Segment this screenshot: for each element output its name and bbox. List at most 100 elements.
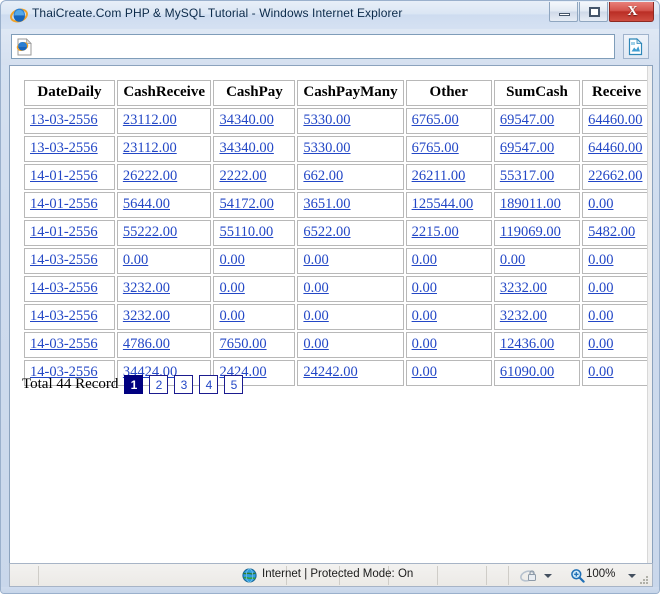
cell-link-cashpaymany[interactable]: 0.00 (303, 252, 328, 268)
cell-cashreceive: 3232.00 (116, 304, 212, 330)
cell-link-cashpaymany[interactable]: 3651.00 (303, 196, 350, 212)
window-title: ThaiCreate.Com PHP & MySQL Tutorial - Wi… (32, 6, 403, 20)
cell-link-receive[interactable]: 0.00 (588, 336, 613, 352)
minimize-button[interactable] (549, 2, 578, 22)
cell-link-sumcash[interactable]: 69547.00 (500, 140, 554, 156)
cell-link-cashreceive[interactable]: 3232.00 (123, 308, 170, 324)
cell-link-receive[interactable]: 64460.00 (588, 112, 642, 128)
cell-link-cashpaymany[interactable]: 662.00 (303, 168, 343, 184)
cell-link-cashpaymany[interactable]: 0.00 (303, 280, 328, 296)
cell-link-receive[interactable]: 0.00 (588, 280, 613, 296)
cell-link-receive[interactable]: 5482.00 (588, 224, 635, 240)
cell-other: 0.00 (405, 304, 492, 330)
cell-link-datedaily[interactable]: 14-03-2556 (30, 336, 98, 352)
cell-link-cashpay[interactable]: 55110.00 (219, 224, 273, 240)
page-link-1[interactable]: 1 (124, 375, 144, 394)
close-icon: X (627, 4, 638, 19)
cell-link-receive[interactable]: 0.00 (588, 196, 613, 212)
cell-link-cashreceive[interactable]: 26222.00 (123, 168, 177, 184)
cell-link-receive[interactable]: 0.00 (588, 252, 613, 268)
cell-link-cashpay[interactable]: 54172.00 (219, 196, 273, 212)
cell-link-cashpaymany[interactable]: 6522.00 (303, 224, 350, 240)
cell-link-sumcash[interactable]: 61090.00 (500, 364, 554, 380)
cell-link-sumcash[interactable]: 3232.00 (500, 308, 547, 324)
cell-link-datedaily[interactable]: 13-03-2556 (30, 112, 98, 128)
cell-receive: 0.00 (582, 360, 651, 386)
cell-link-other[interactable]: 0.00 (412, 280, 437, 296)
cell-link-cashpay[interactable]: 0.00 (219, 308, 244, 324)
cell-link-sumcash[interactable]: 3232.00 (500, 280, 547, 296)
cell-cashpaymany: 0.00 (297, 304, 404, 330)
cell-link-other[interactable]: 6765.00 (412, 112, 459, 128)
cell-sumcash: 61090.00 (493, 360, 581, 386)
privacy-report-icon[interactable] (520, 568, 538, 584)
page-link-3[interactable]: 3 (174, 375, 194, 394)
cell-link-cashreceive[interactable]: 23112.00 (123, 140, 177, 156)
close-button[interactable]: X (609, 2, 654, 22)
cell-link-cashpay[interactable]: 34340.00 (219, 112, 273, 128)
cell-link-other[interactable]: 0.00 (412, 252, 437, 268)
cell-link-cashreceive[interactable]: 3232.00 (123, 280, 170, 296)
cell-link-datedaily[interactable]: 14-03-2556 (30, 280, 98, 296)
page-link-5[interactable]: 5 (224, 375, 244, 394)
cell-link-sumcash[interactable]: 55317.00 (500, 168, 554, 184)
vertical-scrollbar[interactable] (647, 66, 652, 563)
cell-link-cashreceive[interactable]: 23112.00 (123, 112, 177, 128)
cell-link-datedaily[interactable]: 14-01-2556 (30, 224, 98, 240)
cell-link-cashpaymany[interactable]: 0.00 (303, 308, 328, 324)
cell-link-receive[interactable]: 22662.00 (588, 168, 642, 184)
cell-link-cashreceive[interactable]: 55222.00 (123, 224, 177, 240)
compatibility-view-button[interactable] (623, 34, 649, 59)
cell-link-other[interactable]: 2215.00 (412, 224, 459, 240)
cell-link-datedaily[interactable]: 14-03-2556 (30, 308, 98, 324)
cell-link-cashreceive[interactable]: 4786.00 (123, 336, 170, 352)
cell-link-sumcash[interactable]: 0.00 (500, 252, 525, 268)
cell-cashreceive: 3232.00 (116, 276, 212, 302)
cell-link-receive[interactable]: 64460.00 (588, 140, 642, 156)
cell-link-cashpaymany[interactable]: 5330.00 (303, 140, 350, 156)
cell-link-sumcash[interactable]: 69547.00 (500, 112, 554, 128)
cell-cashpay: 0.00 (213, 276, 296, 302)
cell-other: 0.00 (405, 332, 492, 358)
cell-sumcash: 69547.00 (493, 136, 581, 162)
cell-link-datedaily[interactable]: 14-01-2556 (30, 196, 98, 212)
cell-sumcash: 69547.00 (493, 108, 581, 134)
page-link-4[interactable]: 4 (199, 375, 219, 394)
privacy-dropdown-caret[interactable] (544, 574, 552, 578)
cell-link-datedaily[interactable]: 14-01-2556 (30, 168, 98, 184)
cell-link-other[interactable]: 0.00 (412, 364, 437, 380)
cell-link-sumcash[interactable]: 189011.00 (500, 196, 561, 212)
cell-link-receive[interactable]: 0.00 (588, 308, 613, 324)
resize-grip[interactable] (637, 572, 649, 584)
cell-link-cashpaymany[interactable]: 0.00 (303, 336, 328, 352)
address-input[interactable] (11, 34, 615, 59)
cell-link-other[interactable]: 6765.00 (412, 140, 459, 156)
zoom-dropdown-caret[interactable] (628, 574, 636, 578)
cell-link-cashpaymany[interactable]: 24242.00 (303, 364, 357, 380)
cell-sumcash: 3232.00 (493, 276, 581, 302)
cell-link-datedaily[interactable]: 13-03-2556 (30, 140, 98, 156)
cell-link-datedaily[interactable]: 14-03-2556 (30, 252, 98, 268)
cell-link-other[interactable]: 0.00 (412, 308, 437, 324)
zoom-level-text[interactable]: 100% (586, 568, 615, 580)
cell-link-cashpay[interactable]: 34340.00 (219, 140, 273, 156)
status-divider (486, 566, 487, 585)
cell-link-cashpay[interactable]: 7650.00 (219, 336, 266, 352)
cell-link-cashpay[interactable]: 0.00 (219, 252, 244, 268)
cell-link-cashreceive[interactable]: 0.00 (123, 252, 148, 268)
cell-link-cashpay[interactable]: 2222.00 (219, 168, 266, 184)
maximize-button[interactable] (579, 2, 608, 22)
cell-link-cashpaymany[interactable]: 5330.00 (303, 112, 350, 128)
cell-link-other[interactable]: 125544.00 (412, 196, 474, 212)
cell-link-sumcash[interactable]: 119069.00 (500, 224, 561, 240)
cell-link-sumcash[interactable]: 12436.00 (500, 336, 554, 352)
daily-cash-table: DateDaily CashReceive CashPay CashPayMan… (22, 78, 652, 388)
cell-link-cashpay[interactable]: 0.00 (219, 280, 244, 296)
page-link-2[interactable]: 2 (149, 375, 169, 394)
cell-link-other[interactable]: 0.00 (412, 336, 437, 352)
cell-link-receive[interactable]: 0.00 (588, 364, 613, 380)
cell-link-other[interactable]: 26211.00 (412, 168, 466, 184)
cell-datedaily: 14-03-2556 (24, 276, 115, 302)
cell-link-cashreceive[interactable]: 5644.00 (123, 196, 170, 212)
zoom-magnifier-icon[interactable] (570, 568, 585, 583)
